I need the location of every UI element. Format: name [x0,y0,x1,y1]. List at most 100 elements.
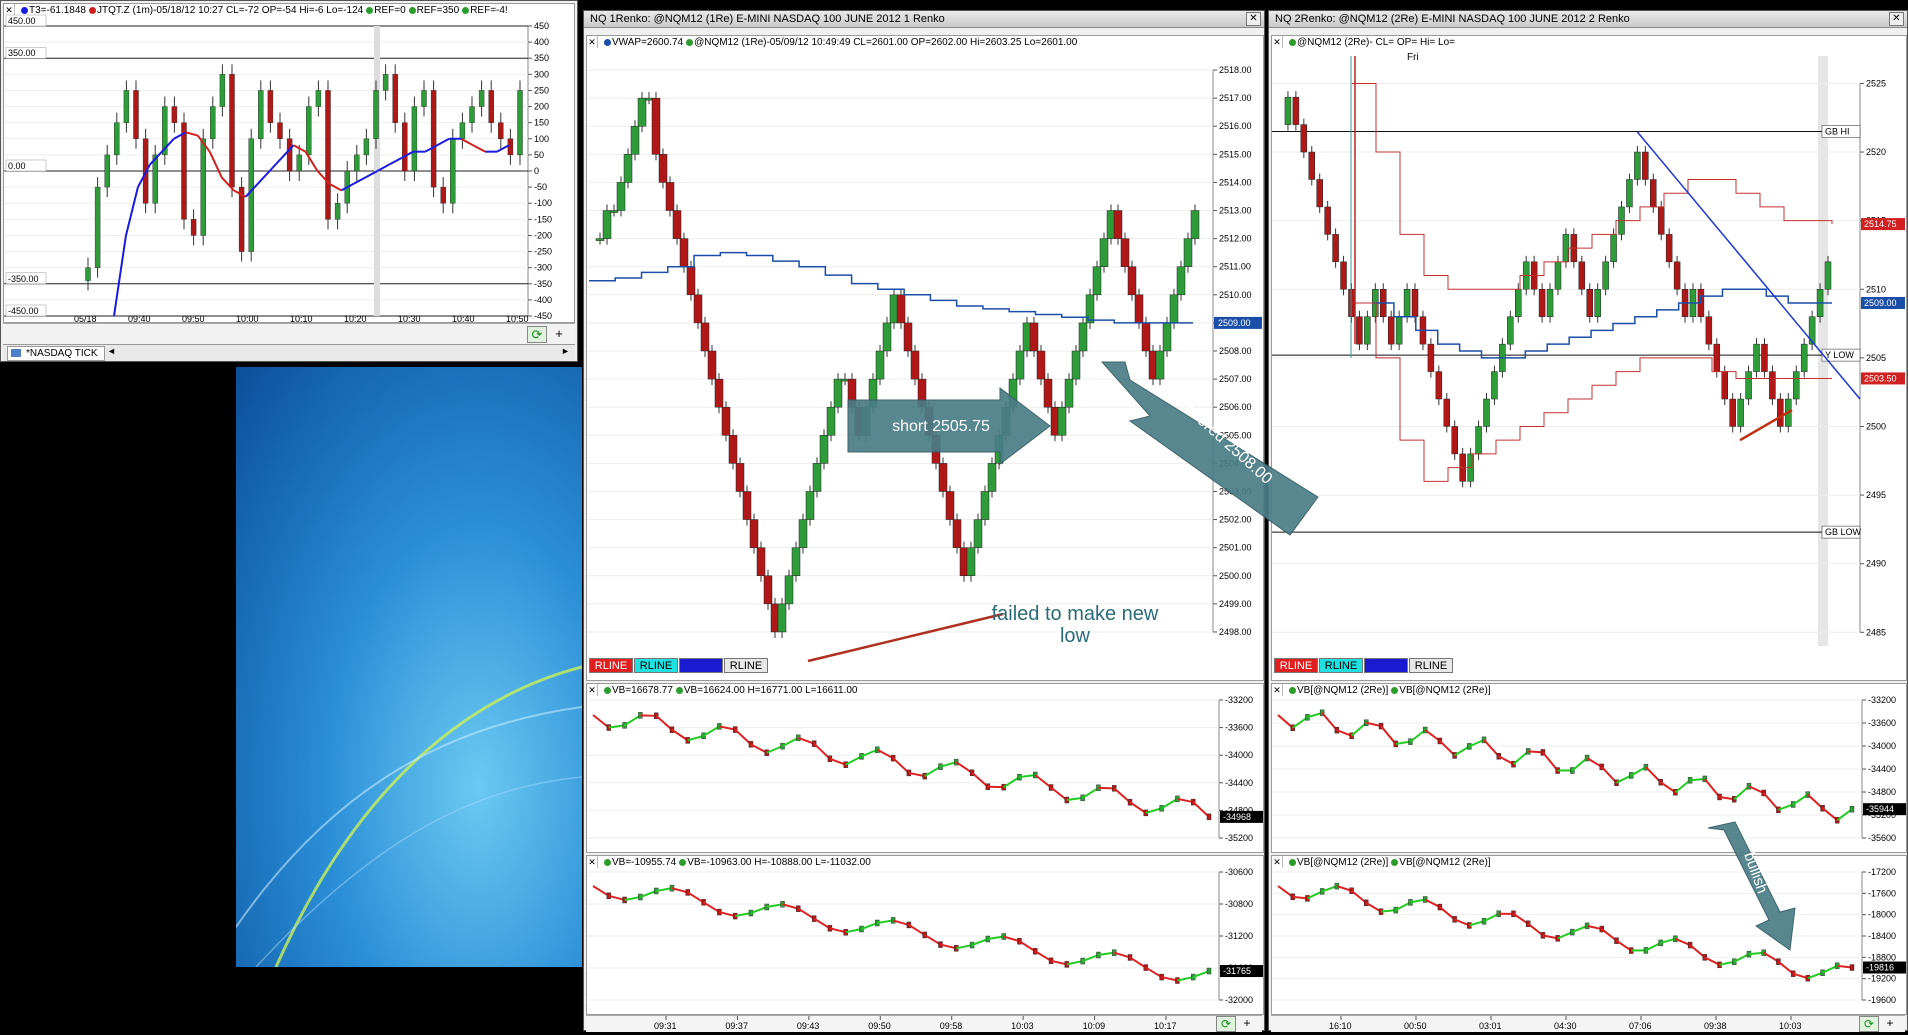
renko2-vb2-chart[interactable]: -17200-17600-18000-18400-18800-19200-196… [1272,856,1907,1015]
renko1-vb2-line-segment [988,937,1004,939]
scroll-right-arrow[interactable]: ► [561,346,570,356]
renko1-candle [722,407,730,435]
renko1-vb2-line-segment [735,913,751,916]
renko1-vb2-line-segment [1177,977,1193,980]
renko1-vb1-pane[interactable]: ✕VB=16678.77VB=16624.00 H=16771.00 L=166… [586,683,1264,853]
renko1-price-chart[interactable]: 2518.002517.002516.002515.002514.002513.… [587,36,1264,681]
rline-button-4[interactable]: RLINE [724,658,768,673]
add-icon[interactable]: + [1240,1016,1254,1030]
rline-button-3[interactable]: RLINE [1364,658,1408,673]
tab-nasdaq-tick[interactable]: *NASDAQ TICK [7,346,105,361]
scroll-left-arrow[interactable]: ◄ [107,346,116,356]
renko1-vb2-line-segment [672,888,688,892]
renko2-vb1-line-segment [1513,751,1528,764]
rline-button-2[interactable]: RLINE [1319,658,1363,673]
renko2-vb2-pane[interactable]: ✕VB[@NQM12 (2Re)]VB[@NQM12 (2Re)] -17200… [1271,855,1907,1015]
renko2-price-pane[interactable]: ✕@NQM12 (2Re)- CL= OP= Hi= Lo= Fri252525… [1271,35,1907,681]
renko2-price-chart[interactable]: Fri252525202515251025052500249524902485G… [1272,36,1907,681]
renko2-candle [1325,207,1331,234]
renko1-vb2-line-segment [656,888,672,891]
renko2-vb2-line-segment [1307,891,1322,898]
ticker-window[interactable]: ✕T3=-61.1848JTQT.Z (1m)-05/18/12 10:27 C… [0,0,578,362]
renko2-vb1-line-segment [1675,780,1690,792]
ticker-candle [297,155,302,171]
renko2-support-marker [1740,410,1792,440]
renko1-vb2-line-segment [798,909,814,919]
renko1-candle [1191,211,1199,239]
ticker-ref-label: 450.00 [8,16,36,26]
renko2-window[interactable]: NQ 2Renko: @NQM12 (2Re) E-MINI NASDAQ 10… [1268,10,1908,1031]
renko1-vb2-line-segment [609,896,625,900]
renko1-candle [876,351,884,379]
refresh-icon[interactable]: ⟳ [1859,1016,1879,1032]
renko2-candle [1356,317,1362,344]
renko1-vb1-line-segment [1004,777,1020,787]
rline-button-3[interactable]: RLINE [679,658,723,673]
ticker-y-tick-label: 0 [534,166,539,176]
renko2-candle [1754,344,1760,371]
refresh-icon[interactable]: ⟳ [527,326,547,343]
ticker-t3-segment [497,145,509,151]
renko2-vb1-pane[interactable]: ✕VB[@NQM12 (2Re)]VB[@NQM12 (2Re)] -33200… [1271,683,1907,853]
renko1-candle [911,351,919,379]
renko1-candle [967,548,975,576]
renko1-vb2-line-segment [1162,977,1178,980]
ticker-x-tick-label: 10:00 [236,314,259,323]
rline-button-1[interactable]: RLINE [1274,658,1318,673]
renko2-vb2-line-segment [1322,886,1337,891]
renko2-vb2-line-segment [1513,914,1528,924]
renko1-vb2-line-segment [1130,957,1146,967]
renko1-candle [1065,379,1073,407]
renko1-candle [764,576,772,604]
refresh-icon[interactable]: ⟳ [1216,1016,1236,1032]
renko1-vb2-pane[interactable]: ✕VB=-10955.74VB=-10963.00 H=-10888.00 L=… [586,855,1264,1015]
renko2-vb1-chart[interactable]: -33200-33600-34000-34400-34800-35200-356… [1272,684,1907,853]
renko1-vb2-chart[interactable]: -30600-30800-31200-31600-32000-31765 [587,856,1264,1015]
renko2-candle [1793,372,1799,399]
renko1-y-tick-label: 2511.00 [1219,262,1251,272]
renko2-y-tick-label: 2505 [1866,353,1886,363]
renko1-candle [995,435,1003,463]
add-icon[interactable]: + [551,326,567,341]
rline-button-4[interactable]: RLINE [1409,658,1453,673]
renko2-close-button[interactable]: ✕ [1889,12,1904,26]
renko1-vb2-line-segment [767,904,783,907]
renko1-vb1-line-segment [925,767,941,776]
renko1-vb1-chart[interactable]: -33200-33600-34000-34400-34800-35200-349… [587,684,1264,853]
ticker-y-tick-label: -50 [534,182,547,192]
ticker-candle [278,123,283,139]
renko1-candle [736,463,744,491]
ticker-candle [249,139,254,252]
ticker-x-tick-label: 10:10 [290,314,313,323]
annotation-short: short 2505.75 [876,416,1006,438]
ticker-chart[interactable]: 450400350300250200150100500-50-100-150-2… [4,4,575,323]
renko2-vb2-line-segment [1587,926,1602,929]
ticker-y-tick-label: -100 [534,198,552,208]
renko2-vb2-line-segment [1469,921,1484,925]
renko1-y-tick-label: 2500.00 [1219,571,1252,581]
add-icon[interactable]: + [1883,1016,1897,1030]
renko1-y-tick-label: 2499.00 [1219,599,1252,609]
renko1-window[interactable]: NQ 1Renko: @NQM12 (1Re) E-MINI NASDAQ 10… [583,10,1265,1031]
renko2-vb2-line-segment [1337,886,1352,891]
ticker-chart-pane[interactable]: ✕T3=-61.1848JTQT.Z (1m)-05/18/12 10:27 C… [3,3,575,323]
renko1-close-button[interactable]: ✕ [1246,12,1261,26]
renko1-vb2-line-segment [862,923,878,929]
renko1-price-pane[interactable]: ✕VWAP=2600.74@NQM12 (1Re)-05/09/12 10:49… [586,35,1264,681]
renko2-vb1-tick-label: -34400 [1868,764,1896,774]
renko2-price-tag: 2514.75 [1864,219,1897,229]
renko2-vb2-bar [1850,965,1854,971]
renko1-vb1-line-segment [1083,788,1099,798]
renko1-candle [694,295,702,323]
renko1-title: NQ 1Renko: @NQM12 (1Re) E-MINI NASDAQ 10… [584,11,1264,28]
renko1-vb1-line-segment [1177,799,1193,802]
renko2-y-tick-label: 2495 [1866,490,1886,500]
renko2-vb2-tick-label: -17200 [1868,867,1896,877]
rline-button-2[interactable]: RLINE [634,658,678,673]
renko1-vb1-line-segment [1130,802,1146,813]
renko1-vb1-line-segment [1114,788,1130,802]
renko2-candle [1603,262,1609,289]
renko1-y-tick-label: 2513.00 [1219,206,1252,216]
renko1-candle [715,379,723,407]
rline-button-1[interactable]: RLINE [589,658,633,673]
